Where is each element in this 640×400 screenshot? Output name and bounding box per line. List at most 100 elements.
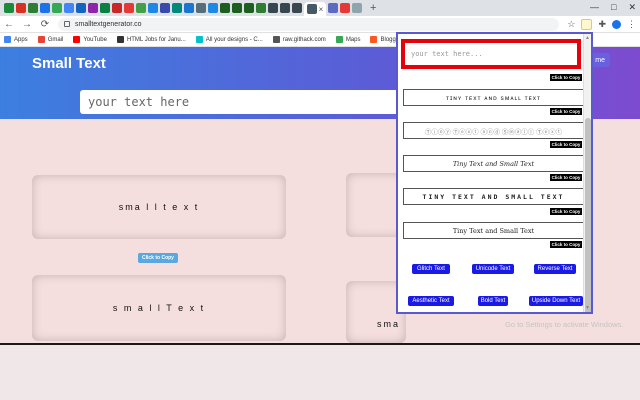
tab-favicon[interactable]	[148, 3, 158, 13]
bookmark-maps[interactable]: Maps	[335, 36, 360, 43]
popup-text-input[interactable]: your text here...	[405, 43, 577, 65]
menu-dots-icon[interactable]: ⋮	[627, 19, 636, 30]
copy-button[interactable]: Click to Copy	[138, 253, 178, 263]
tab-favicon[interactable]	[184, 3, 194, 13]
gmail-icon	[37, 36, 45, 43]
unicode-text-button[interactable]: Unicode Text	[472, 264, 514, 274]
puzzle-icon[interactable]: ✚	[598, 19, 606, 30]
star-icon[interactable]: ☆	[567, 19, 575, 30]
tab-favicon[interactable]	[76, 3, 86, 13]
apps-grid-icon	[4, 36, 11, 43]
canva-icon	[195, 36, 203, 43]
popup-scrollbar[interactable]: ▲ ▼	[583, 34, 591, 312]
copy-button[interactable]: Click to Copy	[550, 108, 582, 115]
tab-active[interactable]: ×	[304, 2, 326, 16]
bold-text-button[interactable]: Bold Text	[478, 296, 508, 306]
tab-favicon[interactable]	[100, 3, 110, 13]
tab-favicon[interactable]	[112, 3, 122, 13]
glitch-text-button[interactable]: Glitch Text	[412, 264, 450, 274]
minimize-button[interactable]: —	[590, 2, 599, 13]
copy-button[interactable]: Click to Copy	[550, 174, 582, 181]
empty-area	[0, 345, 640, 400]
scroll-up-icon[interactable]: ▲	[585, 35, 590, 41]
tab-favicon[interactable]	[4, 3, 14, 13]
new-tab-button[interactable]: +	[370, 2, 376, 14]
tab-favicon	[306, 4, 317, 14]
tab-favicon[interactable]	[160, 3, 170, 13]
profile-avatar[interactable]	[612, 19, 621, 29]
tab-favicon[interactable]	[40, 3, 50, 13]
result-card[interactable]: s m a l l T e x t	[32, 275, 286, 341]
scroll-down-icon[interactable]: ▼	[585, 305, 590, 311]
aesthetic-text-button[interactable]: Aesthetic Text	[408, 296, 454, 306]
tab-favicon[interactable]	[232, 3, 242, 13]
close-window-button[interactable]: ✕	[628, 2, 636, 13]
tab-favicon[interactable]	[280, 3, 290, 13]
scrollbar-thumb[interactable]	[585, 118, 591, 312]
result-card[interactable]: sma l l t e x t	[32, 175, 286, 239]
copy-button[interactable]: Click to Copy	[550, 74, 582, 81]
bookmark-githack[interactable]: raw.githack.com	[272, 36, 326, 43]
copy-button[interactable]: Click to Copy	[550, 141, 582, 148]
tab-favicon[interactable]	[52, 3, 62, 13]
bookmark-gmail[interactable]: Gmail	[37, 36, 63, 43]
tab-favicon[interactable]	[172, 3, 182, 13]
copy-button[interactable]: Click to Copy	[550, 208, 582, 215]
tab-favicon[interactable]	[88, 3, 98, 13]
youtube-icon	[73, 36, 81, 43]
watermark-subtitle: Go to Settings to activate Windows.	[505, 320, 624, 329]
bookmark-favicon-icon	[116, 36, 124, 43]
tab-favicon[interactable]	[328, 3, 338, 13]
tab-favicon[interactable]	[352, 3, 362, 13]
githack-icon	[272, 36, 280, 43]
lock-icon	[64, 21, 70, 27]
tab-favicon[interactable]	[124, 3, 134, 13]
result-script[interactable]: Tiny Text and Small Text	[403, 155, 584, 172]
tab-favicon[interactable]	[256, 3, 266, 13]
url-text: smalltextgenerator.co	[75, 20, 142, 28]
result-boxed[interactable]: TINY TEXT AND SMALL TEXT	[403, 188, 584, 205]
popup-input-frame: your text here...	[401, 39, 581, 69]
window-controls: — □ ✕	[590, 2, 636, 13]
tab-favicon[interactable]	[244, 3, 254, 13]
bookmark-html-jobs[interactable]: HTML Jobs for Janu...	[116, 36, 186, 43]
bookmark-apps[interactable]: Apps	[4, 36, 28, 43]
back-arrow-icon[interactable]: ←	[4, 19, 14, 30]
close-tab-icon[interactable]: ×	[319, 5, 324, 14]
tab-favicon[interactable]	[136, 3, 146, 13]
extension-popup: your text here... Click to Copy ᴛɪɴʏ ᴛᴇx…	[396, 32, 593, 314]
tab-favicon[interactable]	[292, 3, 302, 13]
upside-down-text-button[interactable]: Upside Down Text	[529, 296, 583, 306]
reverse-text-button[interactable]: Reverse Text	[534, 264, 576, 274]
tab-favicon[interactable]	[64, 3, 74, 13]
result-card-text: sma	[376, 319, 400, 329]
result-card-text: s m a l l T e x t	[112, 303, 206, 313]
forward-arrow-icon[interactable]: →	[22, 19, 32, 30]
tab-favicon[interactable]	[268, 3, 278, 13]
address-bar[interactable]: smalltextgenerator.co	[58, 17, 560, 31]
blogger-icon	[370, 36, 378, 43]
site-title: Small Text	[32, 55, 106, 72]
bookmark-designs[interactable]: All your designs - C...	[195, 36, 263, 43]
copy-button[interactable]: Click to Copy	[550, 241, 582, 248]
tab-strip: × + — □ ✕	[0, 0, 640, 16]
tab-favicon[interactable]	[196, 3, 206, 13]
result-card-text: sma l l t e x t	[118, 202, 200, 212]
tab-favicon[interactable]	[28, 3, 38, 13]
tab-favicon[interactable]	[208, 3, 218, 13]
reload-icon[interactable]: ⟳	[40, 19, 50, 30]
extension-icon-active[interactable]	[581, 18, 593, 30]
tab-favicon[interactable]	[220, 3, 230, 13]
result-circled[interactable]: Ⓣⓘⓝⓨ Ⓣⓔⓧⓣ ⓐⓝⓓ Ⓢⓜⓐⓛⓛ Ⓣⓔⓧⓣ	[403, 122, 584, 139]
tab-favicon[interactable]	[16, 3, 26, 13]
maps-icon	[335, 36, 343, 43]
maximize-button[interactable]: □	[611, 2, 616, 13]
bookmark-youtube[interactable]: YouTube	[73, 36, 107, 43]
toolbar-actions: ☆ ✚ ⋮	[567, 18, 636, 30]
main-text-input[interactable]: your text here	[80, 90, 410, 114]
home-button[interactable]: me	[590, 53, 610, 67]
tab-favicon[interactable]	[340, 3, 350, 13]
result-serif[interactable]: Tiny Text and Small Text	[403, 222, 584, 239]
result-small-caps[interactable]: ᴛɪɴʏ ᴛᴇxᴛ ᴀɴᴅ ꜱᴍᴀʟʟ ᴛᴇxᴛ	[403, 89, 584, 106]
browser-toolbar: ← → ⟳ smalltextgenerator.co ☆ ✚ ⋮	[0, 16, 640, 33]
